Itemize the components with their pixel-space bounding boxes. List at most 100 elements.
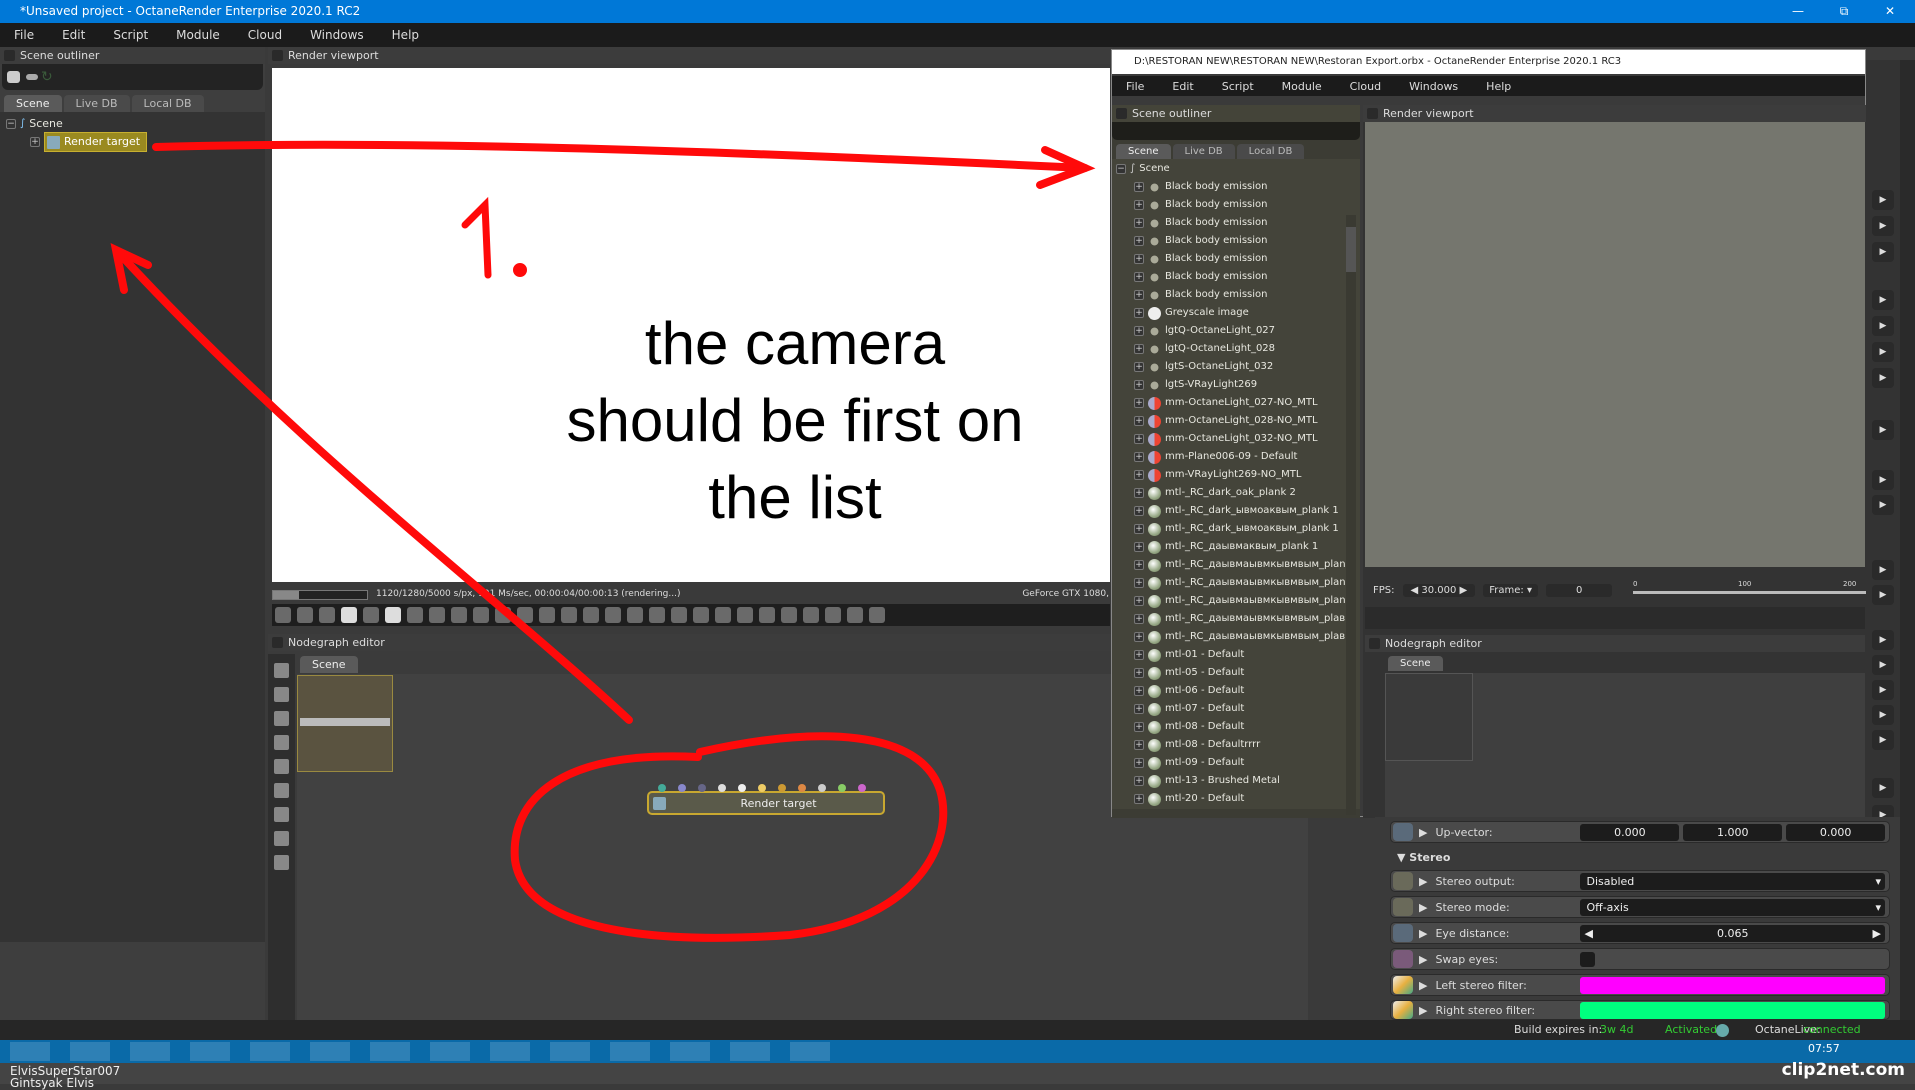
expand-section-button[interactable]: ▶ xyxy=(1872,778,1894,798)
input-pin[interactable] xyxy=(758,784,766,792)
fullscreen-icon[interactable] xyxy=(847,607,863,623)
tree-item[interactable]: + Black body emission xyxy=(1116,178,1356,196)
axis-icon[interactable] xyxy=(869,607,885,623)
stereo-section-header[interactable]: ▼ Stereo xyxy=(1397,851,1450,864)
tree-item[interactable]: + Black body emission xyxy=(1116,232,1356,250)
tree-item[interactable]: + lgtS-VRayLight269 xyxy=(1116,376,1356,394)
tree-root-scene[interactable]: − ∫ Scene xyxy=(1116,160,1356,178)
right-filter-swatch[interactable] xyxy=(1580,1001,1885,1019)
tab-scene[interactable]: Scene xyxy=(1116,144,1171,159)
frame-dropdown[interactable]: Frame: ▾ xyxy=(1483,584,1538,597)
refresh-icon[interactable]: ↻ xyxy=(41,69,53,85)
pause-icon[interactable] xyxy=(385,607,401,623)
tree-item[interactable]: + lgtQ-OctaneLight_027 xyxy=(1116,322,1356,340)
tree-item[interactable]: + mtl-_RC_даывмаывмкывмвым_plank xyxy=(1116,574,1356,592)
tree-item-render-target[interactable]: + Render target xyxy=(6,132,259,152)
checker-icon[interactable] xyxy=(627,607,643,623)
taskbar-app-icon[interactable] xyxy=(430,1042,470,1061)
taskbar-app-icon[interactable] xyxy=(490,1042,530,1061)
up-vector-x[interactable]: 0.000 xyxy=(1580,823,1680,841)
close-button[interactable]: ✕ xyxy=(1867,0,1913,23)
taskbar-app-icon[interactable] xyxy=(670,1042,710,1061)
up-vector-y[interactable]: 1.000 xyxy=(1683,823,1783,841)
tree-item[interactable]: + Black body emission xyxy=(1116,196,1356,214)
tree-item[interactable]: + lgtS-OctaneLight_032 xyxy=(1116,358,1356,376)
box-icon[interactable] xyxy=(781,607,797,623)
expand-section-button[interactable]: ▶ xyxy=(1872,420,1894,440)
menu-cloud[interactable]: Cloud xyxy=(1336,80,1395,93)
nodegraph-tab-scene[interactable]: Scene xyxy=(300,656,358,673)
stop-icon[interactable] xyxy=(341,607,357,623)
expand-section-button[interactable]: ▶ xyxy=(1872,655,1894,675)
node-category-icon[interactable] xyxy=(274,735,289,750)
eye-distance-slider[interactable]: ◀ 0.065 ▶ xyxy=(1580,924,1885,942)
focus-icon[interactable] xyxy=(561,607,577,623)
menu-script[interactable]: Script xyxy=(99,28,162,42)
expand-section-button[interactable]: ▶ xyxy=(1872,342,1894,362)
tree-item[interactable]: + mm-OctaneLight_028-NO_MTL xyxy=(1116,412,1356,430)
tree-item[interactable]: + mtl-_RC_даывмаывмкывмвым_plank xyxy=(1116,592,1356,610)
rotate-icon[interactable] xyxy=(825,607,841,623)
menu-windows[interactable]: Windows xyxy=(1395,80,1472,93)
tree-root-scene[interactable]: − ∫ Scene xyxy=(6,115,259,133)
taskbar-app-icon[interactable] xyxy=(370,1042,410,1061)
node-category-icon[interactable] xyxy=(274,783,289,798)
fps-spinner[interactable]: ◀ 30.000 ▶ xyxy=(1402,584,1476,597)
taskbar-app-icon[interactable] xyxy=(310,1042,350,1061)
expand-section-button[interactable]: ▶ xyxy=(1872,316,1894,336)
cube-target-icon[interactable] xyxy=(583,607,599,623)
tree-item[interactable]: + mtl-20 - Default xyxy=(1116,790,1356,808)
stereo-mode-dropdown[interactable]: Off-axis ▾ xyxy=(1580,898,1885,916)
expand-icon[interactable] xyxy=(7,71,20,83)
expand-section-button[interactable]: ▶ xyxy=(1872,585,1894,605)
menu-help[interactable]: Help xyxy=(1472,80,1525,93)
lock-icon[interactable] xyxy=(759,607,775,623)
input-pin[interactable] xyxy=(798,784,806,792)
input-pin[interactable] xyxy=(678,784,686,792)
node-category-icon[interactable] xyxy=(274,663,289,678)
swap-eyes-checkbox[interactable] xyxy=(1580,951,1596,967)
tree-item[interactable]: + mm-OctaneLight_032-NO_MTL xyxy=(1116,430,1356,448)
stereo-output-dropdown[interactable]: Disabled ▾ xyxy=(1580,872,1885,890)
tree-item[interactable]: + Black body emission xyxy=(1116,214,1356,232)
expand-section-button[interactable]: ▶ xyxy=(1872,705,1894,725)
expand-section-button[interactable]: ▶ xyxy=(1872,242,1894,262)
taskbar-app-icon[interactable] xyxy=(130,1042,170,1061)
tab-live-db[interactable]: Live DB xyxy=(1172,144,1235,159)
taskbar-app-icon[interactable] xyxy=(70,1042,110,1061)
sphere-icon[interactable] xyxy=(495,607,511,623)
tree-item[interactable]: + mtl-_RC_даывмаывмкывмвым_plank xyxy=(1116,556,1356,574)
up-vector-z[interactable]: 0.000 xyxy=(1786,823,1885,841)
render-canvas[interactable] xyxy=(1365,122,1865,567)
sparkle-icon[interactable] xyxy=(649,607,665,623)
expand-section-button[interactable]: ▶ xyxy=(1872,630,1894,650)
collapse-icon[interactable] xyxy=(26,74,38,80)
tree-item[interactable]: + mtl-06 - Default xyxy=(1116,682,1356,700)
panel-checkbox[interactable] xyxy=(272,50,283,61)
input-pin[interactable] xyxy=(658,784,666,792)
menu-help[interactable]: Help xyxy=(378,28,433,42)
taskbar-app-icon[interactable] xyxy=(730,1042,770,1061)
menu-script[interactable]: Script xyxy=(1208,80,1268,93)
taskbar-app-icon[interactable] xyxy=(550,1042,590,1061)
tree-item[interactable]: + mm-VRayLight269-NO_MTL xyxy=(1116,466,1356,484)
tree-item[interactable]: + mtl-_RC_dark_oak_plank 2 xyxy=(1116,484,1356,502)
tree-item[interactable]: + mtl-_RC_dark_ывмоаквым_plank 1 xyxy=(1116,520,1356,538)
nodegraph-canvas[interactable] xyxy=(1385,673,1865,818)
menu-edit[interactable]: Edit xyxy=(48,28,99,42)
taskbar-app-icon[interactable] xyxy=(790,1042,830,1061)
taskbar-app-icon[interactable] xyxy=(610,1042,650,1061)
af-icon[interactable] xyxy=(451,607,467,623)
input-pin[interactable] xyxy=(778,784,786,792)
tree-item[interactable]: + mtl-_RC_даывмаывмкывмвым_plавь xyxy=(1116,628,1356,646)
panel-checkbox[interactable] xyxy=(1369,638,1380,649)
taskbar-app-icon[interactable] xyxy=(250,1042,290,1061)
tab-scene[interactable]: Scene xyxy=(4,95,62,112)
panel-checkbox[interactable] xyxy=(1367,108,1378,119)
tree-item[interactable]: + mtl-07 - Default xyxy=(1116,700,1356,718)
tree-item[interactable]: + lgtQ-OctaneLight_028 xyxy=(1116,340,1356,358)
menu-cloud[interactable]: Cloud xyxy=(234,28,296,42)
timeline-slider[interactable] xyxy=(1633,591,1867,594)
rewind-icon[interactable] xyxy=(363,607,379,623)
expand-section-button[interactable]: ▶ xyxy=(1872,190,1894,210)
